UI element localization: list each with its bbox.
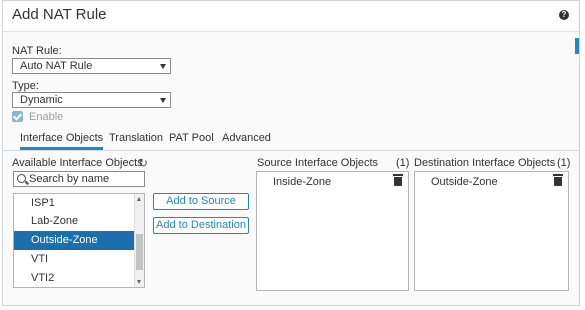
tab-interface-objects[interactable]: Interface Objects — [20, 132, 104, 150]
add-to-destination-button[interactable]: Add to Destination — [153, 217, 249, 234]
trash-icon[interactable] — [393, 174, 403, 186]
chevron-down-icon — [160, 64, 166, 69]
list-item-vti2[interactable]: VTI2 — [14, 269, 136, 287]
list-item-outside-zone[interactable]: Outside-Zone — [14, 231, 136, 250]
type-select[interactable]: Dynamic — [12, 92, 171, 108]
destination-objects-list: Outside-Zone — [414, 171, 569, 291]
tab-advanced[interactable]: Advanced — [222, 132, 271, 144]
scroll-down-icon[interactable] — [137, 280, 141, 284]
available-objects-label: Available Interface Objects — [12, 157, 143, 169]
enable-label: Enable — [29, 111, 64, 123]
chevron-down-icon — [160, 98, 166, 103]
scroll-indicator[interactable] — [575, 38, 579, 54]
list-item-vti[interactable]: VTI — [14, 250, 136, 269]
refresh-icon[interactable]: ↻ — [138, 156, 148, 170]
enable-checkbox[interactable] — [12, 111, 23, 122]
source-count: (1) — [396, 157, 410, 169]
tab-translation[interactable]: Translation — [109, 132, 163, 144]
list-item-lab-zone[interactable]: Lab-Zone — [14, 212, 136, 231]
nat-rule-select[interactable]: Auto NAT Rule — [12, 58, 171, 74]
trash-icon[interactable] — [553, 174, 563, 186]
search-box — [13, 171, 145, 187]
tab-bar: Interface Objects Translation PAT Pool A… — [3, 129, 579, 151]
search-icon — [17, 174, 26, 183]
search-input[interactable] — [29, 172, 141, 186]
destination-objects-label: Destination Interface Objects — [414, 157, 556, 169]
nat-rule-label: NAT Rule: — [12, 45, 62, 57]
scroll-thumb[interactable] — [136, 234, 143, 270]
destination-item-outside-zone: Outside-Zone — [431, 176, 498, 188]
destination-count: (1) — [557, 157, 571, 169]
source-objects-list: Inside-Zone — [256, 171, 409, 291]
type-value: Dynamic — [20, 94, 63, 106]
dialog-header: Add NAT Rule ? — [3, 1, 579, 32]
source-objects-label: Source Interface Objects — [257, 157, 379, 169]
source-item-inside-zone: Inside-Zone — [273, 176, 332, 188]
nat-rule-value: Auto NAT Rule — [20, 60, 93, 72]
help-icon[interactable]: ? — [559, 10, 569, 20]
add-nat-rule-dialog: Add NAT Rule ? NAT Rule: Auto NAT Rule T… — [2, 0, 580, 306]
tab-pat-pool[interactable]: PAT Pool — [169, 132, 214, 144]
scroll-up-icon[interactable] — [137, 197, 141, 201]
dialog-title: Add NAT Rule — [12, 6, 107, 23]
available-objects-list: ISP1 Lab-Zone Outside-Zone VTI VTI2 — [13, 193, 145, 288]
list-item-isp1[interactable]: ISP1 — [14, 194, 136, 213]
type-label: Type: — [12, 80, 39, 92]
add-to-source-button[interactable]: Add to Source — [153, 193, 249, 210]
list-scrollbar[interactable] — [134, 194, 144, 287]
